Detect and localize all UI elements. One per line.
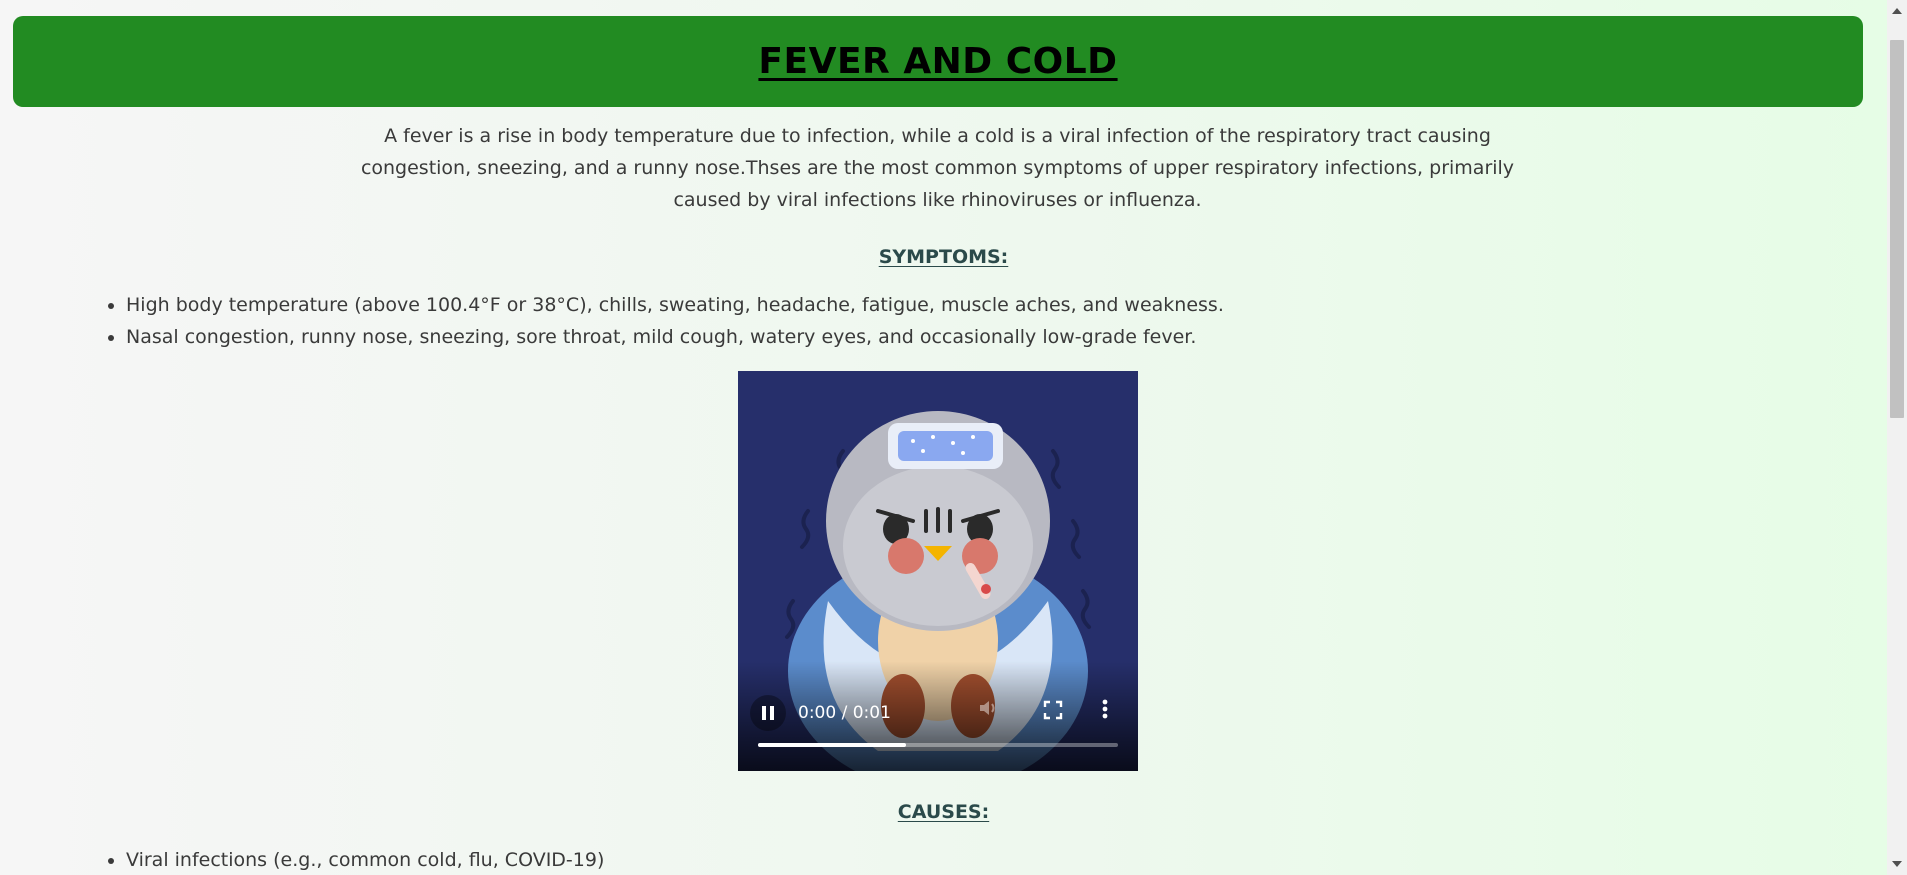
volume-icon [980, 701, 995, 715]
pause-button[interactable] [750, 695, 786, 731]
mute-button[interactable] [978, 698, 998, 723]
symptoms-heading: SYMPTOMS: [878, 246, 1009, 268]
scroll-up-arrow-icon[interactable] [1892, 8, 1902, 14]
causes-list: Viral infections (e.g., common cold, flu… [100, 844, 604, 875]
symptoms-list: High body temperature (above 100.4°F or … [100, 289, 1224, 353]
list-item: High body temperature (above 100.4°F or … [126, 289, 1224, 321]
page: FEVER AND COLD A fever is a rise in body… [0, 0, 1887, 875]
video-progress-bar[interactable] [758, 743, 1118, 747]
pause-icon [762, 706, 774, 720]
list-item: Nasal congestion, runny nose, sneezing, … [126, 321, 1224, 353]
list-item: Viral infections (e.g., common cold, flu… [126, 844, 604, 875]
fullscreen-button[interactable] [1043, 700, 1063, 725]
vertical-scrollbar[interactable] [1887, 0, 1907, 875]
intro-paragraph: A fever is a rise in body temperature du… [360, 125, 1515, 211]
page-title: FEVER AND COLD [758, 41, 1118, 82]
video-player[interactable]: 0:00 / 0:01 [738, 371, 1138, 771]
video-progress-fill [758, 743, 906, 747]
scrollbar-thumb[interactable] [1890, 40, 1904, 418]
page-header: FEVER AND COLD [13, 16, 1863, 107]
more-vertical-icon [1102, 699, 1108, 719]
causes-heading: CAUSES: [897, 801, 990, 823]
video-time: 0:00 / 0:01 [798, 703, 891, 723]
fullscreen-icon [1043, 700, 1063, 720]
scroll-down-arrow-icon[interactable] [1892, 861, 1902, 867]
more-options-button[interactable] [1100, 698, 1110, 725]
